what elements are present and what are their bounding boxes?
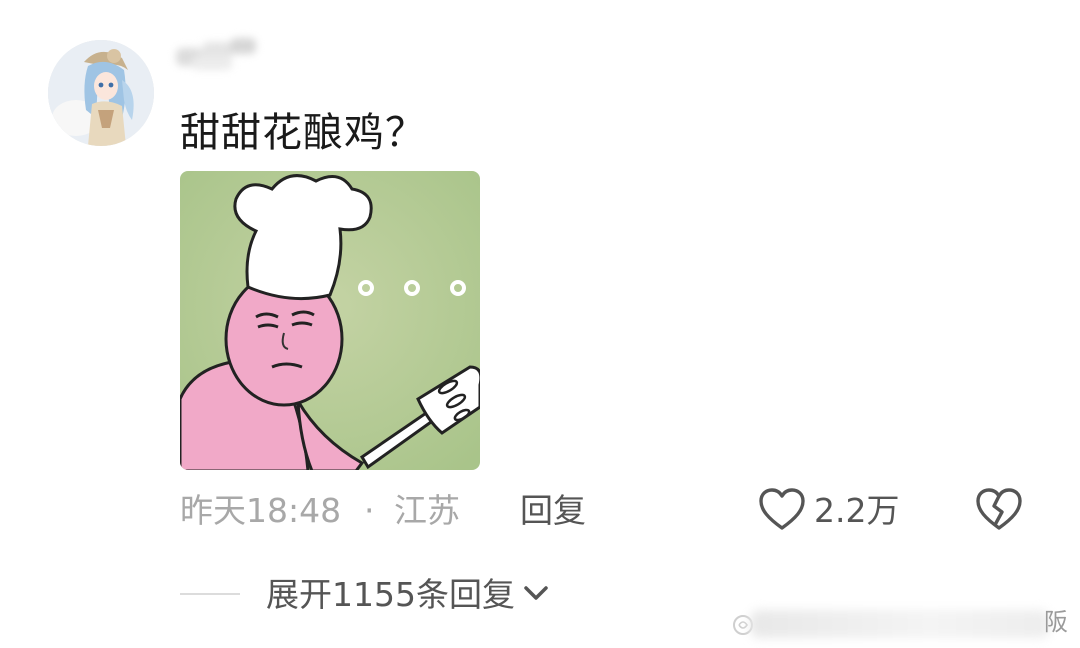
meta-separator: ·: [364, 491, 375, 530]
watermark-char: 阪: [1044, 608, 1068, 636]
sticker-image[interactable]: [180, 171, 480, 470]
divider-line: [180, 593, 240, 595]
watermark: 阪: [728, 600, 1080, 648]
expand-replies-button[interactable]: 展开1155条回复: [266, 570, 549, 620]
comment-time: 昨天18:48: [180, 491, 342, 530]
comment-text: 甜甜花酿鸡？: [180, 110, 426, 156]
reply-button[interactable]: 回复: [520, 486, 586, 536]
chevron-down-icon: [523, 584, 549, 606]
broken-heart-icon: [975, 487, 1023, 535]
dislike-button[interactable]: [974, 486, 1024, 536]
avatar-image: [48, 40, 154, 146]
heart-outline-icon: [758, 487, 806, 535]
avatar[interactable]: [48, 40, 154, 146]
comment-location: 江苏: [394, 491, 460, 530]
expand-replies-label: 展开1155条回复: [266, 575, 515, 614]
like-count: 2.2万: [814, 491, 900, 530]
like-button[interactable]: 2.2万: [758, 486, 899, 536]
username-blurred: [176, 38, 256, 70]
watermark-blurred-text: [750, 610, 1050, 638]
